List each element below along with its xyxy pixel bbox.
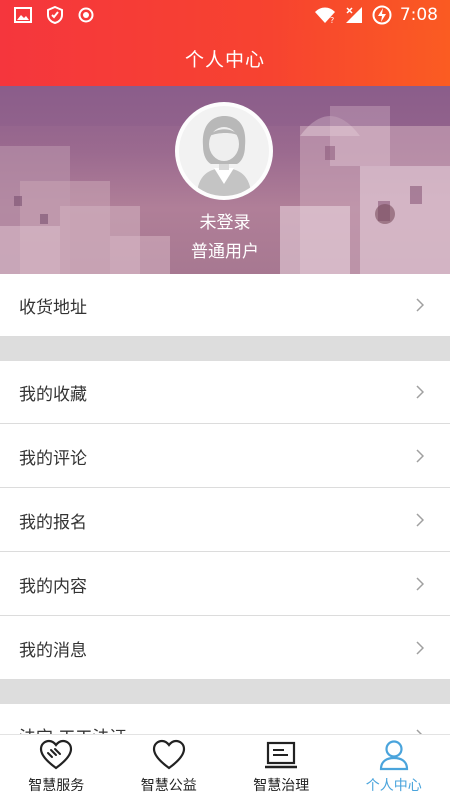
chevron-right-icon xyxy=(416,298,424,312)
tab-smart-service[interactable]: 智慧服务 xyxy=(0,735,113,801)
tab-label: 智慧公益 xyxy=(141,775,197,795)
default-avatar-icon xyxy=(179,106,269,196)
status-time: 7:08 xyxy=(400,5,438,25)
menu-item-label: 我的报名 xyxy=(0,508,87,533)
image-icon xyxy=(14,7,32,23)
section-divider xyxy=(0,337,450,361)
menu-item-messages[interactable]: 我的消息 xyxy=(0,617,450,680)
heart-hands-icon xyxy=(39,739,73,771)
user-type: 普通用户 xyxy=(0,237,450,262)
menu-item-label: 我的收藏 xyxy=(0,380,87,405)
menu-item-favorites[interactable]: 我的收藏 xyxy=(0,361,450,424)
battery-charging-icon xyxy=(372,5,392,25)
svg-text:?: ? xyxy=(330,16,334,24)
menu-item-label: 我的内容 xyxy=(0,572,87,597)
menu-item-registrations[interactable]: 我的报名 xyxy=(0,489,450,552)
tab-smart-welfare[interactable]: 智慧公益 xyxy=(113,735,226,801)
menu-item-label: 我的评论 xyxy=(0,444,87,469)
record-icon xyxy=(78,7,94,23)
menu-item-address[interactable]: 收货地址 xyxy=(0,274,450,337)
tab-label: 个人中心 xyxy=(366,775,422,795)
status-bar: ? 7:08 xyxy=(0,0,450,30)
chevron-right-icon xyxy=(416,513,424,527)
menu-item-comments[interactable]: 我的评论 xyxy=(0,425,450,488)
signal-icon xyxy=(344,6,364,24)
menu-item-label: 收货地址 xyxy=(0,293,87,318)
heart-icon xyxy=(152,739,186,771)
page-title: 个人中心 xyxy=(185,45,265,72)
tab-personal-center[interactable]: 个人中心 xyxy=(338,735,450,801)
laptop-icon xyxy=(264,739,298,771)
title-bar: 个人中心 xyxy=(0,30,450,86)
bottom-tab-bar: 智慧服务 智慧公益 智慧治理 个人中心 xyxy=(0,734,450,801)
login-status[interactable]: 未登录 xyxy=(0,208,450,233)
status-right-icons: ? 7:08 xyxy=(314,5,450,25)
profile-header: 未登录 普通用户 xyxy=(0,86,450,274)
chevron-right-icon xyxy=(416,385,424,399)
status-left-icons xyxy=(0,6,94,24)
chevron-right-icon xyxy=(416,577,424,591)
menu-item-label: 我的消息 xyxy=(0,636,87,661)
vpn-shield-icon xyxy=(46,6,64,24)
section-divider xyxy=(0,680,450,704)
menu-item-content[interactable]: 我的内容 xyxy=(0,553,450,616)
tab-label: 智慧治理 xyxy=(253,775,309,795)
person-icon xyxy=(377,739,411,771)
tab-smart-governance[interactable]: 智慧治理 xyxy=(225,735,338,801)
wifi-icon: ? xyxy=(314,6,336,24)
chevron-right-icon xyxy=(416,641,424,655)
avatar[interactable] xyxy=(175,102,273,200)
chevron-right-icon xyxy=(416,449,424,463)
tab-label: 智慧服务 xyxy=(28,775,84,795)
